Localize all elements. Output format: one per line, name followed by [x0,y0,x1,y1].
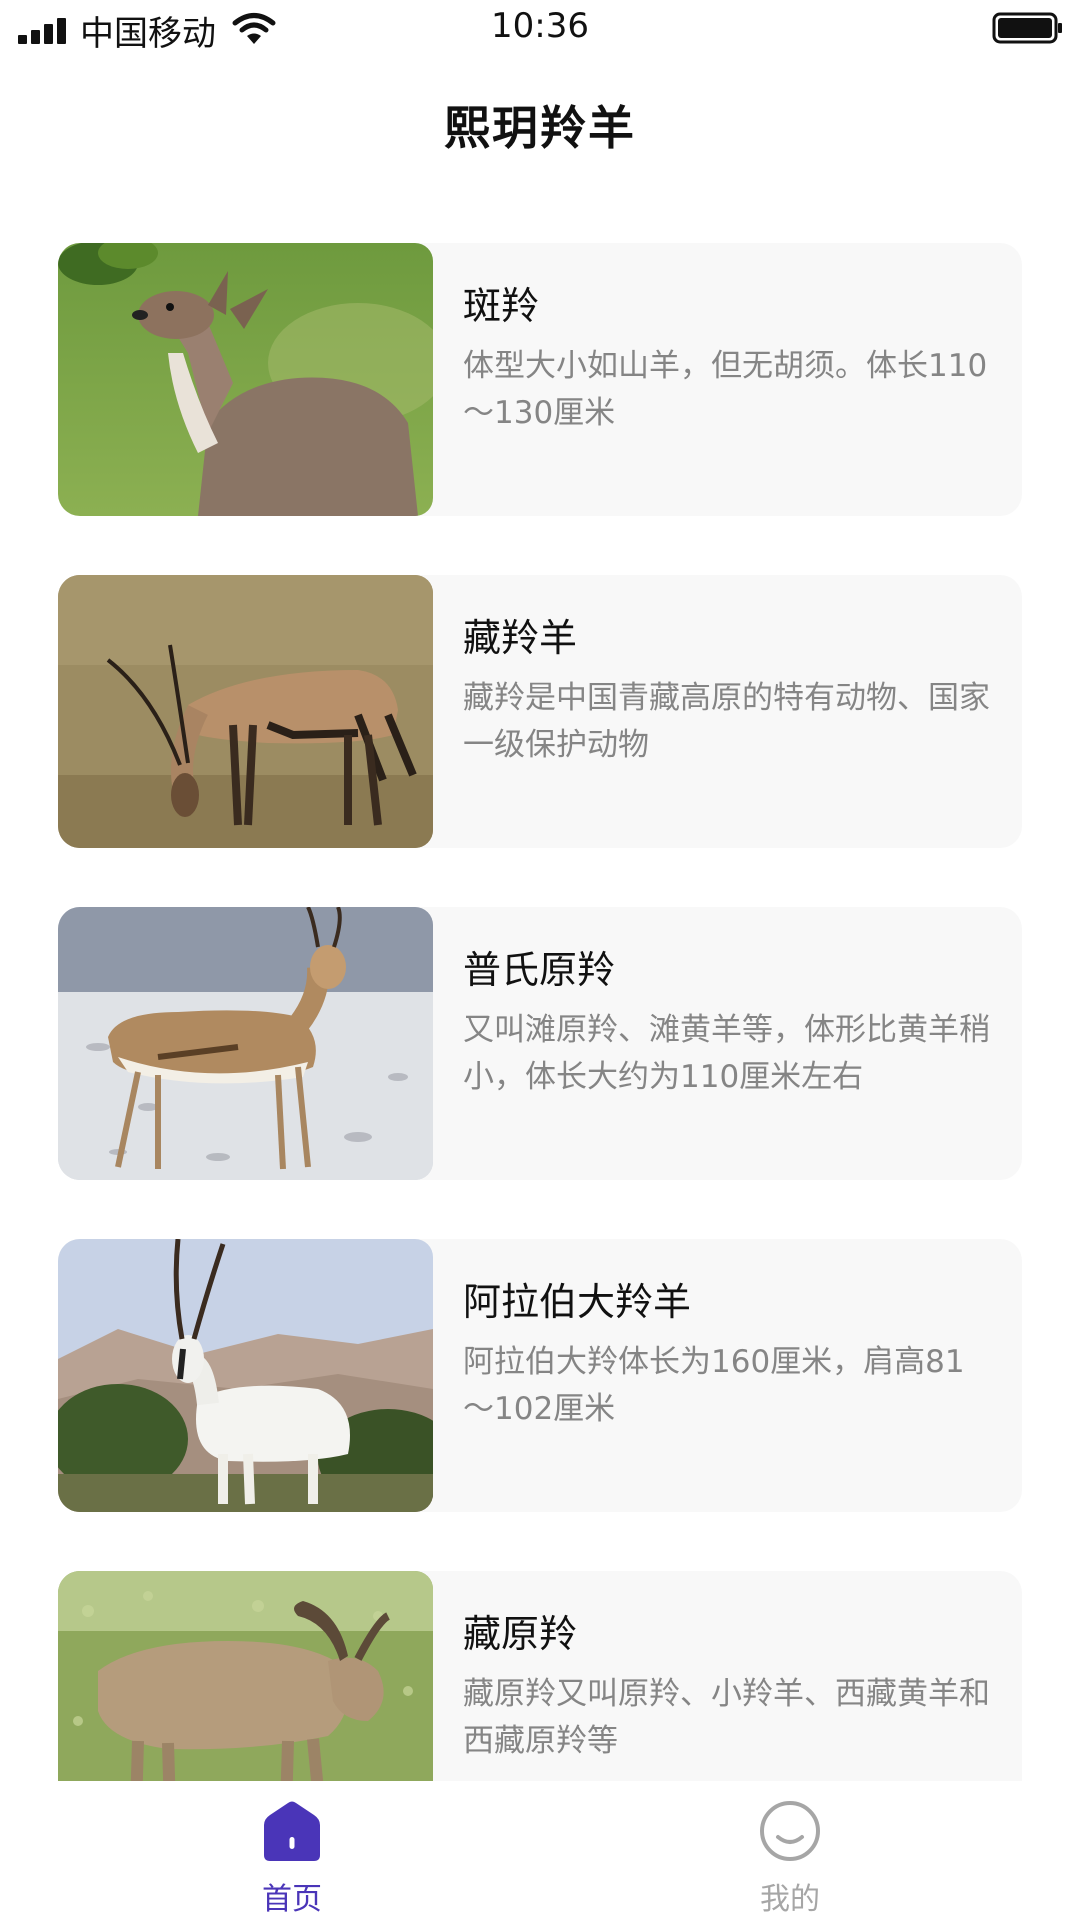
animal-name: 藏原羚 [463,1612,578,1656]
animal-list[interactable]: 斑羚 体型大小如山羊，但无胡须。体长110～130厘米 藏羚羊 藏羚是中国青藏高… [58,243,1022,1781]
animal-photo [58,1239,433,1512]
tab-home-label: 首页 [262,1882,322,1917]
animal-photo [58,575,433,848]
animal-description: 体型大小如山羊，但无胡须。体长110～130厘米 [463,348,988,431]
battery-icon [992,12,1062,44]
animal-photo [58,243,433,516]
animal-card[interactable]: 普氏原羚 又叫滩原羚、滩黄羊等，体形比黄羊稍小，体长大约为110厘米左右 [58,907,1022,1180]
animal-description: 又叫滩原羚、滩黄羊等，体形比黄羊稍小，体长大约为110厘米左右 [463,1012,990,1095]
animal-card[interactable]: 藏羚羊 藏羚是中国青藏高原的特有动物、国家一级保护动物 [58,575,1022,848]
animal-card[interactable]: 藏原羚 藏原羚又叫原羚、小羚羊、西藏黄羊和西藏原羚等 [58,1571,1022,1781]
animal-card[interactable]: 阿拉伯大羚羊 阿拉伯大羚体长为160厘米，肩高81～102厘米 [58,1239,1022,1512]
animal-name: 普氏原羚 [463,948,616,992]
tab-mine[interactable]: 我的 [690,1781,890,1920]
home-icon [264,1801,320,1861]
animal-name: 藏羚羊 [463,616,578,660]
page-title: 熙玥羚羊 [444,101,636,155]
animal-name: 斑羚 [463,284,540,328]
animal-description: 阿拉伯大羚体长为160厘米，肩高81～102厘米 [463,1344,965,1427]
animal-photo [58,907,433,1180]
status-time: 10:36 [491,6,589,46]
animal-card[interactable]: 斑羚 体型大小如山羊，但无胡须。体长110～130厘米 [58,243,1022,516]
tab-mine-label: 我的 [760,1882,820,1917]
animal-description: 藏羚是中国青藏高原的特有动物、国家一级保护动物 [463,680,990,763]
bottom-tab-bar: 首页 我的 [0,1781,1080,1920]
tab-home[interactable]: 首页 [192,1781,392,1920]
animal-name: 阿拉伯大羚羊 [463,1280,692,1324]
animal-photo [58,1571,433,1781]
smiley-icon [760,1801,820,1861]
animal-description: 藏原羚又叫原羚、小羚羊、西藏黄羊和西藏原羚等 [463,1676,990,1759]
status-bar: 中国移动 10:36 [0,0,1080,56]
